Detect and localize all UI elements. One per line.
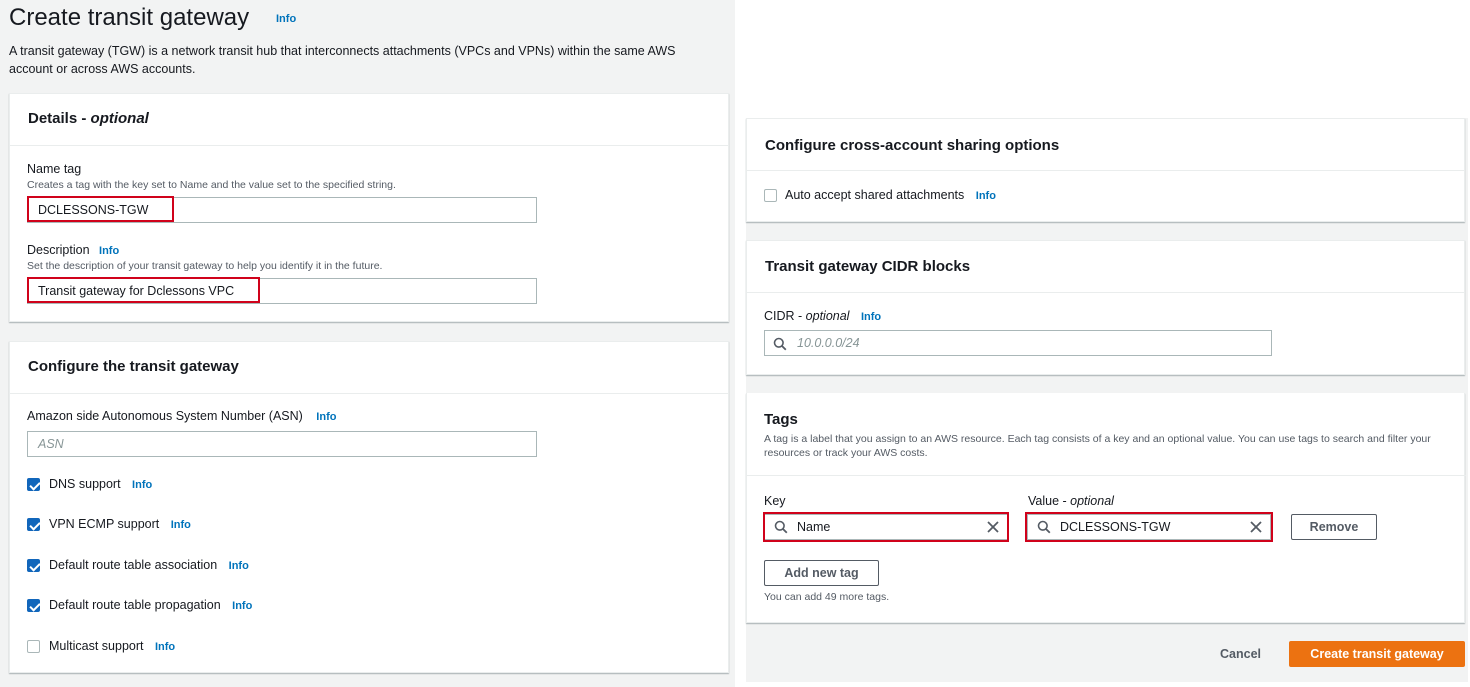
- vpn-ecmp-info-link[interactable]: Info: [171, 519, 191, 531]
- cidr-input[interactable]: 10.0.0.0/24: [764, 330, 1272, 356]
- asn-info-link[interactable]: Info: [316, 411, 336, 423]
- asn-label: Amazon side Autonomous System Number (AS…: [27, 409, 337, 423]
- cidr-info-link[interactable]: Info: [861, 311, 881, 323]
- configure-panel: Configure the transit gateway Amazon sid…: [9, 341, 729, 673]
- auto-accept-checkbox[interactable]: [764, 189, 777, 202]
- tag-value-clear-icon[interactable]: [1249, 520, 1263, 534]
- right-column: Configure cross-account sharing options …: [746, 118, 1468, 682]
- description-label: Description Info: [27, 243, 120, 257]
- cidr-label: CIDR - optional Info: [764, 309, 882, 323]
- dns-support-info-link[interactable]: Info: [132, 479, 152, 491]
- name-tag-input[interactable]: DCLESSONS-TGW: [27, 197, 537, 223]
- description-info-link[interactable]: Info: [99, 245, 119, 257]
- page-title: Create transit gateway: [9, 4, 250, 31]
- cidr-header: Transit gateway CIDR blocks: [747, 241, 1464, 293]
- page-description: A transit gateway (TGW) is a network tra…: [9, 44, 676, 76]
- tag-key-label: Key: [764, 494, 786, 508]
- details-header: Details - optional: [10, 94, 728, 146]
- auto-accept-label: Auto accept shared attachments Info: [785, 188, 996, 202]
- title-info-link[interactable]: Info: [276, 13, 296, 25]
- multicast-support-checkbox[interactable]: [27, 640, 40, 653]
- tag-value-input[interactable]: DCLESSONS-TGW: [1027, 514, 1271, 540]
- default-route-propagation-checkbox[interactable]: [27, 599, 40, 612]
- tag-value-label: Value - optional: [1028, 494, 1114, 508]
- vpn-ecmp-checkbox[interactable]: [27, 518, 40, 531]
- auto-accept-info-link[interactable]: Info: [976, 190, 996, 202]
- tags-divider: [747, 475, 1466, 476]
- create-transit-gateway-button[interactable]: Create transit gateway: [1289, 641, 1465, 667]
- multicast-support-label: Multicast support Info: [49, 639, 176, 653]
- left-column: Create transit gateway Info A transit ga…: [0, 0, 735, 687]
- dns-support-label: DNS support Info: [49, 477, 153, 491]
- description-hint: Set the description of your transit gate…: [27, 260, 383, 272]
- tag-key-search-icon: [774, 520, 788, 534]
- tags-panel: Tags A tag is a label that you assign to…: [746, 393, 1466, 623]
- add-new-tag-button[interactable]: Add new tag: [764, 560, 879, 586]
- default-route-association-info-link[interactable]: Info: [229, 560, 249, 572]
- name-tag-label: Name tag: [27, 162, 82, 176]
- details-panel: Details - optional Name tag Creates a ta…: [9, 93, 729, 322]
- default-route-association-checkbox[interactable]: [27, 559, 40, 572]
- vpn-ecmp-label: VPN ECMP support Info: [49, 517, 191, 531]
- cidr-panel: Transit gateway CIDR blocks CIDR - optio…: [746, 240, 1465, 375]
- asn-input[interactable]: ASN: [27, 431, 537, 457]
- dns-support-checkbox[interactable]: [27, 478, 40, 491]
- tag-key-clear-icon[interactable]: [986, 520, 1000, 534]
- sharing-header: Configure cross-account sharing options: [747, 119, 1464, 171]
- description-input[interactable]: Transit gateway for Dclessons VPC: [27, 278, 537, 304]
- tags-description: A tag is a label that you assign to an A…: [764, 433, 1431, 459]
- default-route-propagation-label: Default route table propagation Info: [49, 598, 253, 612]
- configure-header: Configure the transit gateway: [10, 342, 728, 394]
- multicast-support-info-link[interactable]: Info: [155, 641, 175, 653]
- cancel-button[interactable]: Cancel: [1220, 647, 1261, 661]
- cidr-search-icon: [773, 337, 787, 351]
- remove-tag-button[interactable]: Remove: [1291, 514, 1377, 540]
- tag-key-input[interactable]: Name: [764, 514, 1008, 540]
- name-tag-hint: Creates a tag with the key set to Name a…: [27, 179, 396, 191]
- tags-remaining: You can add 49 more tags.: [764, 591, 890, 603]
- sharing-panel: Configure cross-account sharing options …: [746, 118, 1465, 222]
- tags-header: Tags: [764, 411, 798, 428]
- default-route-propagation-info-link[interactable]: Info: [232, 600, 252, 612]
- tag-value-search-icon: [1037, 520, 1051, 534]
- default-route-association-label: Default route table association Info: [49, 558, 249, 572]
